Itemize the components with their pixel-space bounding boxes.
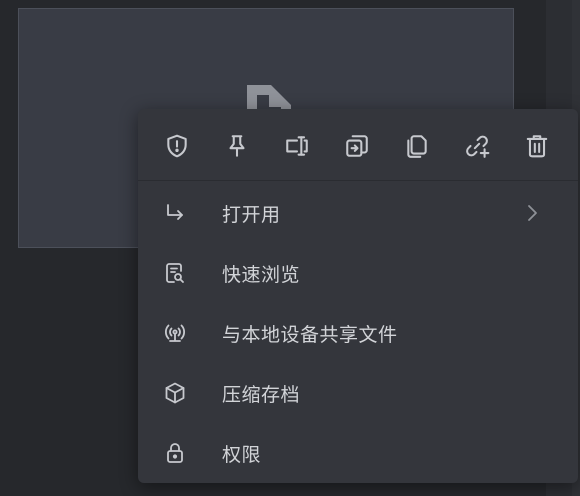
menu-item-label: 与本地设备共享文件 bbox=[222, 323, 398, 346]
menu-item-quick-look[interactable]: 快速浏览 bbox=[138, 243, 578, 303]
open-with-icon bbox=[162, 200, 188, 226]
delete-button[interactable] bbox=[522, 131, 552, 161]
share-local-icon bbox=[162, 320, 188, 346]
quick-look-icon bbox=[162, 260, 188, 286]
menu-item-permissions[interactable]: 权限 bbox=[138, 423, 578, 483]
create-link-button[interactable] bbox=[462, 131, 492, 161]
rename-icon bbox=[286, 136, 308, 156]
security-button[interactable] bbox=[162, 131, 192, 161]
menu-item-label: 压缩存档 bbox=[222, 383, 301, 406]
menu-item-archive[interactable]: 压缩存档 bbox=[138, 363, 578, 423]
menu-item-label: 打开用 bbox=[222, 203, 281, 226]
link-add-icon bbox=[466, 135, 490, 158]
archive-box-icon bbox=[162, 380, 188, 406]
context-menu: 打开用 快速浏览 与本地设备共享文件 压缩存档 权限 bbox=[138, 109, 578, 483]
menu-item-label: 快速浏览 bbox=[222, 263, 301, 286]
copy-icon bbox=[407, 135, 427, 158]
shield-alert-icon bbox=[167, 134, 187, 158]
rename-button[interactable] bbox=[282, 131, 312, 161]
trash-icon bbox=[526, 135, 548, 158]
menu-item-open-with[interactable]: 打开用 bbox=[138, 183, 578, 243]
move-icon bbox=[346, 135, 368, 157]
context-menu-toolbar bbox=[138, 109, 578, 181]
chevron-right-icon bbox=[522, 203, 542, 223]
lock-icon bbox=[162, 440, 188, 466]
copy-button[interactable] bbox=[402, 131, 432, 161]
move-to-button[interactable] bbox=[342, 131, 372, 161]
pin-button[interactable] bbox=[222, 131, 252, 161]
menu-item-share-local[interactable]: 与本地设备共享文件 bbox=[138, 303, 578, 363]
pin-icon bbox=[229, 135, 245, 157]
menu-item-label: 权限 bbox=[222, 443, 262, 466]
